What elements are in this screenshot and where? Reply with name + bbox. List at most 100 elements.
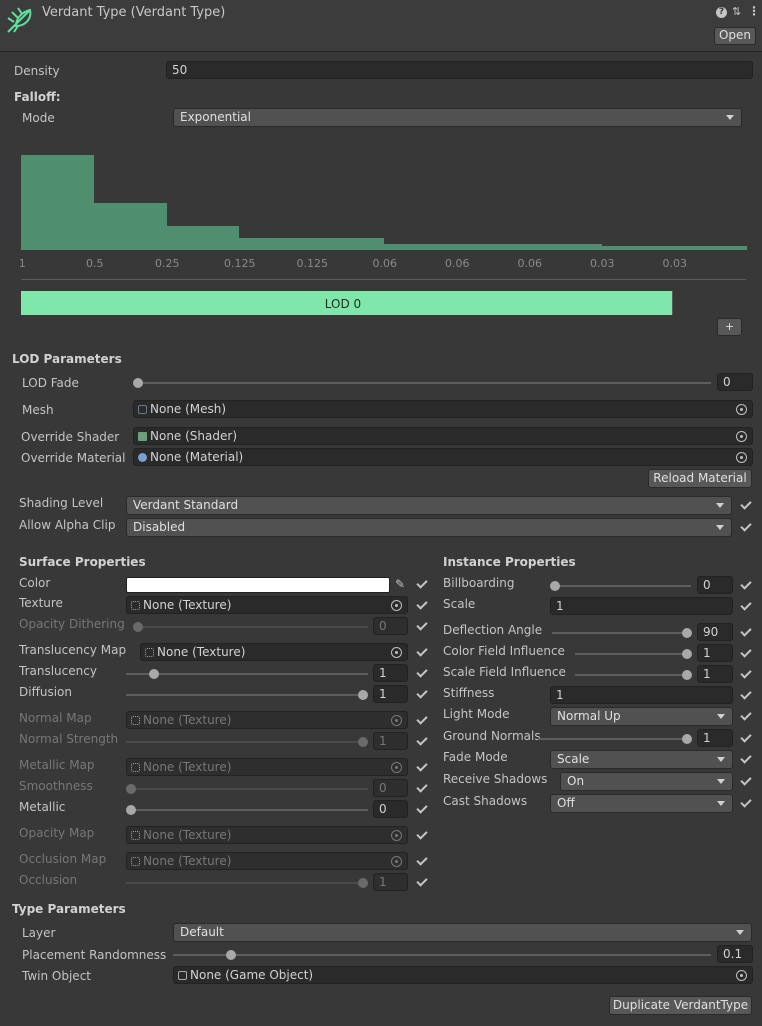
- metallic-map-checkbox[interactable]: [415, 760, 429, 774]
- metallic-thumb[interactable]: [126, 805, 136, 815]
- billboarding-track[interactable]: [555, 585, 691, 587]
- scale-field-influence-checkbox[interactable]: [739, 667, 753, 681]
- lod-fade-track[interactable]: [138, 382, 711, 384]
- occlusion-field[interactable]: 1: [373, 873, 408, 891]
- opacity-dithering-track[interactable]: [138, 626, 368, 628]
- diffusion-field[interactable]: 1: [373, 685, 408, 703]
- object-picker-icon[interactable]: [391, 600, 402, 611]
- ground-normals-field[interactable]: 1: [697, 729, 733, 747]
- light-mode-checkbox[interactable]: [739, 709, 753, 723]
- color-field-influence-track[interactable]: [575, 653, 686, 655]
- translucency-map-field[interactable]: None (Texture): [140, 643, 408, 661]
- color-checkbox[interactable]: [415, 577, 429, 591]
- presets-icon[interactable]: ⇅: [732, 6, 744, 18]
- color-field-influence-field[interactable]: 1: [697, 644, 733, 662]
- color-field-influence-thumb[interactable]: [682, 649, 692, 659]
- normal-map-checkbox[interactable]: [415, 713, 429, 727]
- lod-fade-field[interactable]: 0: [717, 373, 753, 391]
- occlusion-map-field[interactable]: None (Texture): [126, 852, 408, 870]
- color-swatch[interactable]: [126, 577, 390, 593]
- texture-field[interactable]: None (Texture): [126, 596, 408, 614]
- opacity-dithering-checkbox[interactable]: [415, 619, 429, 633]
- billboarding-checkbox[interactable]: [739, 578, 753, 592]
- metallic-track[interactable]: [131, 809, 368, 811]
- smoothness-thumb[interactable]: [126, 784, 136, 794]
- object-picker-icon[interactable]: [391, 856, 402, 867]
- object-picker-icon[interactable]: [736, 970, 747, 981]
- placement-randomness-field[interactable]: 0.1: [717, 945, 753, 963]
- shading-level-checkbox[interactable]: [739, 498, 753, 512]
- opacity-dithering-thumb[interactable]: [133, 622, 143, 632]
- fade-mode-dropdown[interactable]: Scale: [550, 750, 733, 769]
- density-field[interactable]: 50: [166, 61, 753, 79]
- occlusion-map-checkbox[interactable]: [415, 854, 429, 868]
- deflection-angle-thumb[interactable]: [682, 628, 692, 638]
- override-material-field[interactable]: None (Material): [133, 448, 753, 466]
- open-button[interactable]: Open: [714, 27, 756, 45]
- ground-normals-track[interactable]: [538, 738, 686, 740]
- billboarding-thumb[interactable]: [550, 581, 560, 591]
- layer-dropdown[interactable]: Default: [173, 923, 752, 942]
- context-menu-icon[interactable]: ⋮: [748, 4, 760, 18]
- stiffness-field[interactable]: 1: [550, 686, 733, 704]
- reload-material-button[interactable]: Reload Material: [648, 469, 752, 488]
- scale-field-influence-field[interactable]: 1: [697, 665, 733, 683]
- normal-strength-checkbox[interactable]: [415, 734, 429, 748]
- scale-field-influence-thumb[interactable]: [682, 670, 692, 680]
- object-picker-icon[interactable]: [736, 404, 747, 415]
- normal-map-field[interactable]: None (Texture): [126, 711, 408, 729]
- translucency-map-checkbox[interactable]: [415, 645, 429, 659]
- scale-checkbox[interactable]: [739, 599, 753, 613]
- placement-randomness-thumb[interactable]: [226, 950, 236, 960]
- receive-shadows-checkbox[interactable]: [739, 774, 753, 788]
- placement-randomness-track[interactable]: [173, 954, 711, 956]
- deflection-angle-checkbox[interactable]: [739, 625, 753, 639]
- override-shader-field[interactable]: None (Shader): [133, 427, 753, 445]
- metallic-map-field[interactable]: None (Texture): [126, 758, 408, 776]
- deflection-angle-field[interactable]: 90: [697, 623, 733, 641]
- smoothness-field[interactable]: 0: [373, 779, 408, 797]
- lod-fade-thumb[interactable]: [133, 378, 143, 388]
- opacity-dithering-field[interactable]: 0: [373, 617, 408, 635]
- add-lod-button[interactable]: +: [717, 318, 742, 336]
- eyedropper-icon[interactable]: ✎: [393, 577, 407, 591]
- object-picker-icon[interactable]: [736, 431, 747, 442]
- help-icon[interactable]: ?: [716, 7, 727, 18]
- object-picker-icon[interactable]: [391, 715, 402, 726]
- billboarding-field[interactable]: 0: [697, 576, 733, 594]
- occlusion-thumb[interactable]: [358, 878, 368, 888]
- normal-strength-field[interactable]: 1: [373, 732, 408, 750]
- object-picker-icon[interactable]: [391, 762, 402, 773]
- ground-normals-checkbox[interactable]: [739, 731, 753, 745]
- translucency-track[interactable]: [126, 673, 368, 675]
- object-picker-icon[interactable]: [391, 830, 402, 841]
- opacity-map-field[interactable]: None (Texture): [126, 826, 408, 844]
- opacity-map-checkbox[interactable]: [415, 828, 429, 842]
- duplicate-verdanttype-button[interactable]: Duplicate VerdantType: [609, 996, 752, 1015]
- stiffness-checkbox[interactable]: [739, 688, 753, 702]
- object-picker-icon[interactable]: [736, 452, 747, 463]
- diffusion-track[interactable]: [126, 694, 368, 696]
- twin-object-field[interactable]: None (Game Object): [173, 966, 753, 984]
- normal-strength-thumb[interactable]: [358, 737, 368, 747]
- mesh-field[interactable]: None (Mesh): [133, 400, 753, 418]
- diffusion-thumb[interactable]: [358, 690, 368, 700]
- shading-level-dropdown[interactable]: Verdant Standard: [126, 496, 732, 515]
- diffusion-checkbox[interactable]: [415, 687, 429, 701]
- scale-field[interactable]: 1: [550, 597, 733, 615]
- ground-normals-thumb[interactable]: [682, 734, 692, 744]
- allow-alpha-clip-dropdown[interactable]: Disabled: [126, 518, 732, 537]
- smoothness-checkbox[interactable]: [415, 781, 429, 795]
- texture-checkbox[interactable]: [415, 598, 429, 612]
- translucency-field[interactable]: 1: [373, 664, 408, 682]
- light-mode-dropdown[interactable]: Normal Up: [550, 707, 733, 726]
- color-field-influence-checkbox[interactable]: [739, 646, 753, 660]
- receive-shadows-dropdown[interactable]: On: [560, 772, 733, 791]
- fade-mode-checkbox[interactable]: [739, 752, 753, 766]
- occlusion-track[interactable]: [126, 882, 368, 884]
- metallic-checkbox[interactable]: [415, 802, 429, 816]
- scale-field-influence-track[interactable]: [575, 674, 686, 676]
- cast-shadows-checkbox[interactable]: [739, 796, 753, 810]
- metallic-field[interactable]: 0: [373, 800, 408, 818]
- allow-alpha-clip-checkbox[interactable]: [739, 520, 753, 534]
